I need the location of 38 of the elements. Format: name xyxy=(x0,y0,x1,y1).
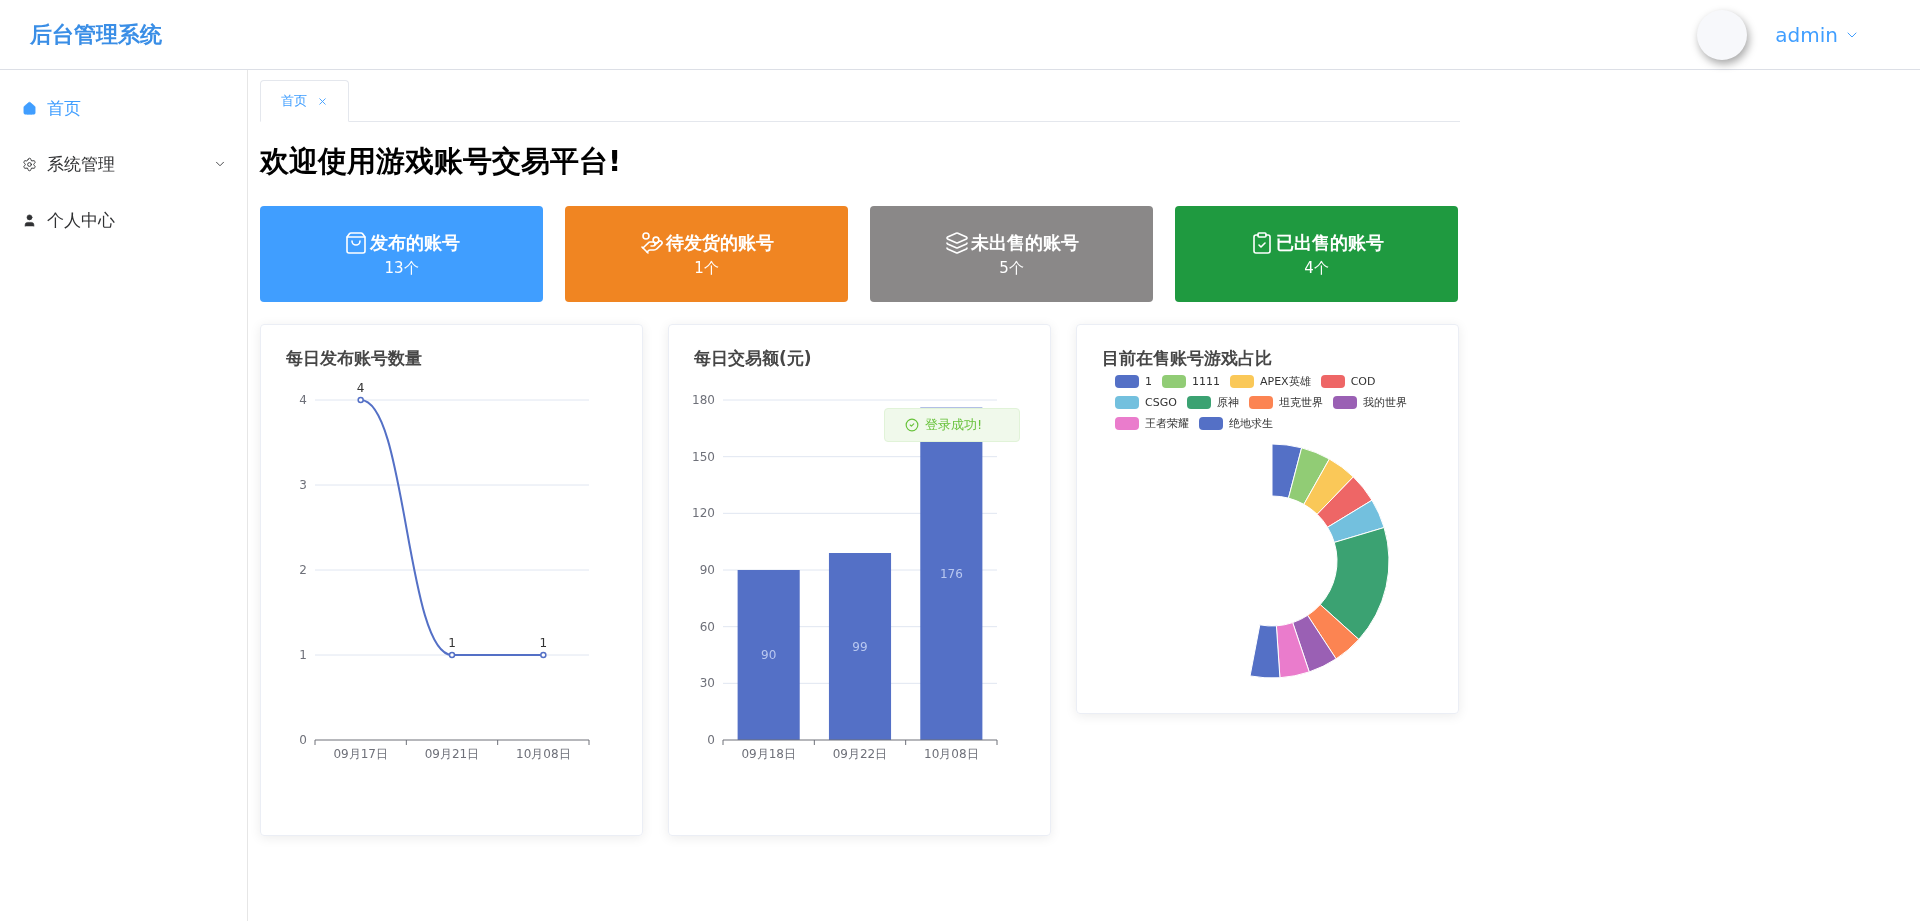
axis-label: 0 xyxy=(299,733,307,747)
data-label: 99 xyxy=(852,639,868,654)
chart-title: 每日发布账号数量 xyxy=(285,347,423,370)
data-label: 4 xyxy=(356,381,365,395)
axis-label: 4 xyxy=(299,393,307,407)
chart-title: 目前在售账号游戏占比 xyxy=(1101,347,1273,370)
data-label: 1 xyxy=(539,636,548,650)
stat-count: 5个 xyxy=(999,258,1024,278)
axis-label: 1 xyxy=(299,648,307,662)
axis-label: 09月18日 xyxy=(741,747,796,761)
stat-label: 未出售的账号 xyxy=(970,230,1079,255)
axis-label: 60 xyxy=(699,619,715,634)
app-title: 后台管理系统 xyxy=(30,20,162,49)
axis-label: 09月17日 xyxy=(333,747,388,761)
axis-label: 150 xyxy=(692,449,715,464)
axis-label: 09月21日 xyxy=(424,747,480,761)
stat-label: 已出售的账号 xyxy=(1275,230,1384,255)
toast-message: 登录成功! xyxy=(925,416,983,434)
chart-title: 每日交易额(元) xyxy=(693,347,813,370)
axis-label: 10月08日 xyxy=(924,747,979,761)
data-label: 1 xyxy=(448,636,456,650)
axis-label: 10月08日 xyxy=(516,747,571,761)
axis-label: 180 xyxy=(692,393,715,407)
data-label: 176 xyxy=(939,566,963,581)
stat-label: 发布的账号 xyxy=(369,230,460,255)
axis-label: 90 xyxy=(699,563,715,577)
stat-count: 1个 xyxy=(694,258,719,278)
axis-label: 2 xyxy=(299,563,307,577)
data-label: 90 xyxy=(761,648,777,662)
axis-label: 09月22日 xyxy=(832,747,888,761)
page-heading: 欢迎使用游戏账号交易平台! xyxy=(260,143,623,180)
stat-count: 13个 xyxy=(384,258,419,278)
axis-label: 30 xyxy=(699,676,715,691)
axis-label: 3 xyxy=(299,478,307,492)
axis-label: 120 xyxy=(692,506,715,521)
stat-label: 待发货的账号 xyxy=(665,230,774,255)
stat-count: 4个 xyxy=(1304,258,1329,278)
axis-label: 0 xyxy=(707,733,715,747)
